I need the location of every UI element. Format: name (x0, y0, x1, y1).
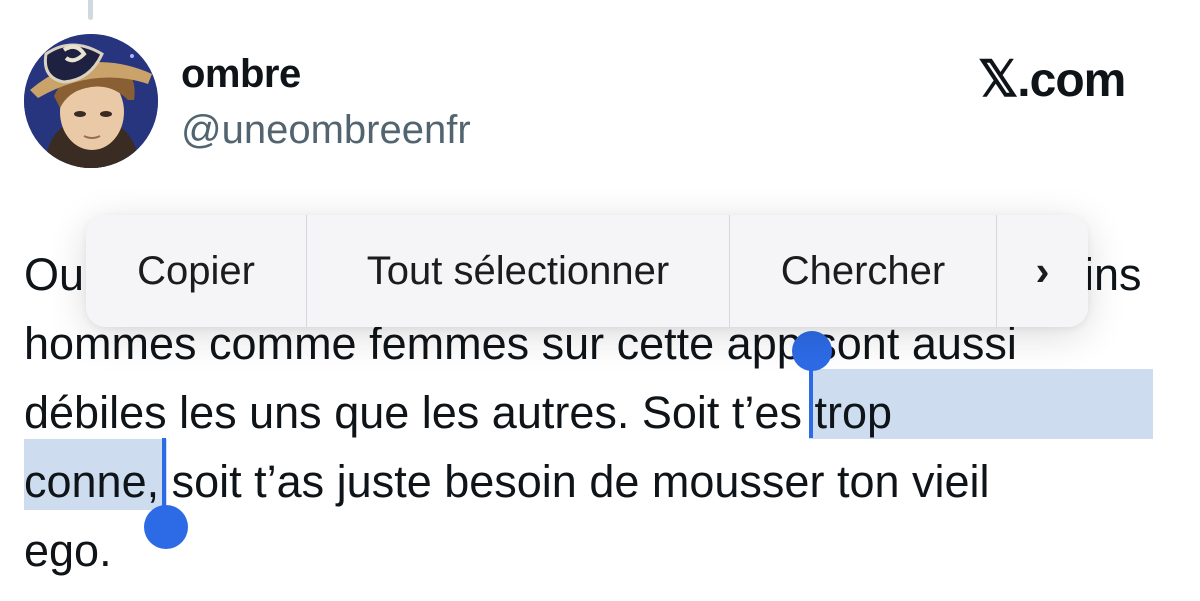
x-logo-icon: 𝕏 (978, 51, 1018, 107)
tweet-line-3-text: débiles les uns que les autres. Soit (24, 387, 732, 438)
selection-end-handle[interactable] (144, 505, 188, 549)
tweet-line-1-end: ins (1084, 249, 1142, 300)
author-handle[interactable]: @uneombreenfr (181, 108, 471, 153)
selection-start-handle[interactable] (792, 331, 832, 371)
avatar[interactable] (24, 34, 158, 168)
text-context-menu: Copier Tout sélectionner Chercher › (86, 215, 1088, 327)
tweet-line-4-text: , soit t’as juste besoin de mousser ton … (146, 456, 990, 507)
copy-menu-item[interactable]: Copier (86, 215, 306, 327)
author-display-name[interactable]: ombre (181, 52, 301, 97)
thread-connector-line (88, 0, 93, 20)
x-com-logo: 𝕏.com (978, 50, 1126, 108)
selected-text-end: conne (24, 456, 147, 507)
selection-end-handle-bar[interactable] (162, 438, 166, 510)
tweet-line-5: ego. (24, 525, 112, 576)
tweet-line-3: débiles les uns que les autres. Soit t’e… (24, 378, 1174, 447)
select-all-menu-item[interactable]: Tout sélectionner (306, 215, 729, 327)
site-domain: .com (1017, 54, 1126, 107)
avatar-image (24, 34, 158, 168)
chevron-right-icon[interactable]: › (996, 215, 1088, 327)
selection-start-handle-bar[interactable] (809, 360, 813, 438)
search-menu-item[interactable]: Chercher (729, 215, 996, 327)
tweet-line-4: conne, soit t’as juste besoin de mousser… (24, 447, 1174, 516)
